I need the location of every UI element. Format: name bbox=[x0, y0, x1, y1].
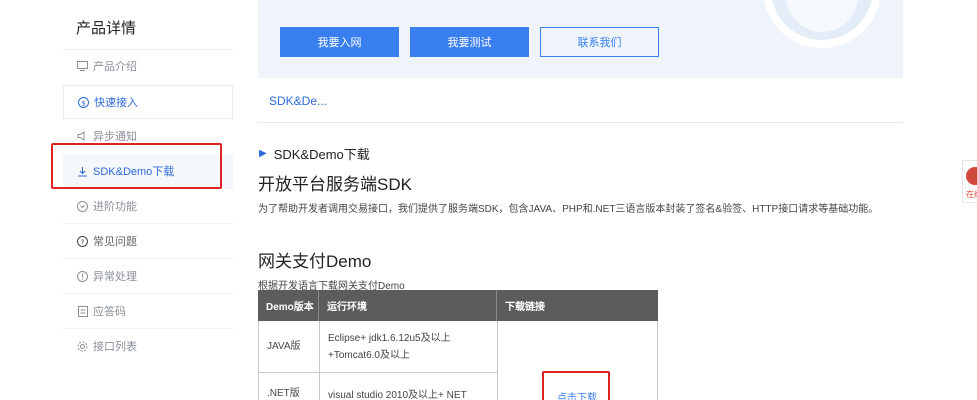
table-cell-version: JAVA版 bbox=[267, 341, 301, 352]
table-cell-env-line: Eclipse+ jdk1.6.12u5及以上 bbox=[328, 332, 451, 344]
section-heading-label: SDK&Demo下载 bbox=[273, 147, 370, 162]
svg-text:?: ? bbox=[81, 238, 85, 246]
sidebar-item-label: 快速接入 bbox=[94, 97, 138, 109]
join-network-button[interactable]: 我要入网 bbox=[280, 27, 399, 57]
server-sdk-description: 为了帮助开发者调用交易接口，我们提供了服务端SDK，包含JAVA、PHP和.NE… bbox=[258, 204, 879, 215]
section-heading: ▶ SDK&Demo下载 bbox=[259, 144, 370, 163]
sidebar-item-label: 常见问题 bbox=[93, 236, 137, 248]
gateway-demo-title: 网关支付Demo bbox=[258, 252, 372, 271]
sidebar-item-advanced[interactable]: 进阶功能 bbox=[63, 189, 233, 223]
sidebar-title: 产品详情 bbox=[76, 20, 137, 37]
sidebar-item-quick-access[interactable]: $ 快速接入 bbox=[63, 85, 233, 119]
server-sdk-title: 开放平台服务端SDK bbox=[258, 175, 412, 194]
online-service-widget[interactable]: 在线 bbox=[962, 160, 977, 203]
sidebar-item-exception[interactable]: 异常处理 bbox=[63, 259, 233, 293]
table-header-env: 运行环境 bbox=[319, 290, 497, 321]
highlight-box bbox=[51, 143, 222, 189]
sidebar-item-faq[interactable]: ? 常见问题 bbox=[63, 224, 233, 258]
sidebar-item-label: 产品介绍 bbox=[93, 61, 137, 73]
table-cell-env-line: visual studio 2010及以上+ NET bbox=[328, 390, 467, 400]
chat-avatar-icon bbox=[966, 167, 977, 185]
table-header-download: 下载链接 bbox=[497, 290, 658, 321]
table-row: JAVA版 bbox=[258, 321, 319, 373]
sidebar-item-label: 进阶功能 bbox=[93, 201, 137, 213]
table-cell-version: .NET版 bbox=[267, 387, 300, 399]
table-cell-env: visual studio 2010及以上+ NET bbox=[319, 373, 497, 400]
dollar-circle-icon: $ bbox=[78, 96, 89, 108]
test-button[interactable]: 我要测试 bbox=[410, 27, 529, 57]
triangle-right-icon: ▶ bbox=[259, 148, 267, 159]
sidebar-item-label: 异常处理 bbox=[93, 271, 137, 283]
table-cell-env-line: +Tomcat6.0及以上 bbox=[328, 349, 410, 361]
document-icon bbox=[77, 305, 88, 317]
monitor-icon bbox=[77, 61, 88, 72]
alert-circle-icon bbox=[77, 270, 88, 282]
table-row: .NET版 bbox=[258, 373, 319, 400]
shield-icon bbox=[77, 200, 88, 212]
sidebar-item-label: 异步通知 bbox=[93, 131, 137, 143]
speaker-icon bbox=[77, 131, 88, 142]
sidebar: 产品详情 产品介绍 $ 快速接入 异步通知 SDK&Demo下载 进阶功能 ? … bbox=[63, 0, 233, 400]
tab-sdk-demo[interactable]: SDK&De... bbox=[269, 94, 327, 108]
sidebar-item-api-list[interactable]: 接口列表 bbox=[63, 329, 233, 363]
table-cell-env: Eclipse+ jdk1.6.12u5及以上 +Tomcat6.0及以上 bbox=[319, 321, 497, 373]
sidebar-item-response-code[interactable]: 应答码 bbox=[63, 294, 233, 328]
online-service-label: 在线 bbox=[966, 190, 977, 199]
table-header-version: Demo版本 bbox=[258, 290, 319, 321]
highlight-box bbox=[542, 371, 610, 400]
sidebar-item-label: 应答码 bbox=[93, 306, 126, 318]
sidebar-item-product-intro[interactable]: 产品介绍 bbox=[63, 49, 233, 83]
question-circle-icon: ? bbox=[77, 235, 88, 247]
contact-us-button[interactable]: 联系我们 bbox=[540, 27, 659, 57]
divider bbox=[258, 122, 903, 123]
svg-text:$: $ bbox=[81, 99, 85, 107]
gear-icon bbox=[77, 341, 88, 352]
banner: 我要入网 我要测试 联系我们 bbox=[258, 0, 903, 78]
sidebar-item-label: 接口列表 bbox=[93, 341, 137, 353]
